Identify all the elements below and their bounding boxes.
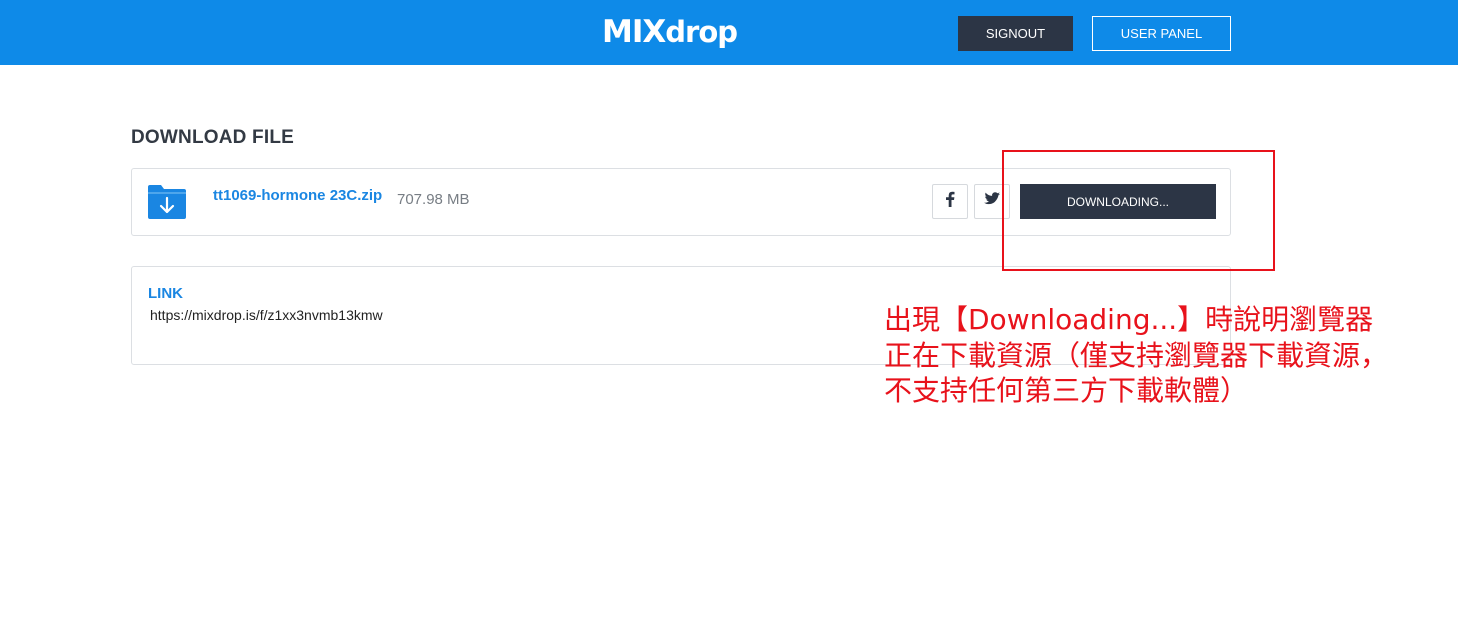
logo-drop-text: drop	[665, 15, 738, 49]
signout-button[interactable]: SIGNOUT	[958, 16, 1073, 51]
mixdrop-logo[interactable]: MIX drop	[602, 12, 738, 52]
top-navigation-bar: MIX drop SIGNOUT USER PANEL	[0, 0, 1458, 65]
page-title: DOWNLOAD FILE	[131, 127, 295, 148]
twitter-icon	[984, 192, 1000, 211]
facebook-share-button[interactable]	[932, 184, 968, 219]
logo-mix-text: MIX	[602, 14, 666, 50]
annotation-line: 出現【Downloading...】時說明瀏覽器	[884, 303, 1374, 336]
annotation-line: 不支持任何第三方下載軟體）	[884, 374, 1249, 407]
file-name-link[interactable]: tt1069-hormone 23C.zip	[213, 187, 382, 204]
annotation-line: 正在下載資源（僅支持瀏覽器下載資源，	[884, 338, 1389, 372]
annotation-note: 出現【Downloading...】時說明瀏覽器 正在下載資源（僅支持瀏覽器下載…	[884, 302, 1424, 409]
file-size: 707.98 MB	[397, 191, 470, 208]
link-url-text[interactable]: https://mixdrop.is/f/z1xx3nvmb13kmw	[150, 307, 383, 323]
user-panel-button[interactable]: USER PANEL	[1092, 16, 1231, 51]
folder-download-icon	[147, 184, 187, 220]
annotation-highlight-box	[1002, 150, 1275, 271]
facebook-icon	[944, 191, 956, 212]
link-label: LINK	[148, 285, 183, 302]
